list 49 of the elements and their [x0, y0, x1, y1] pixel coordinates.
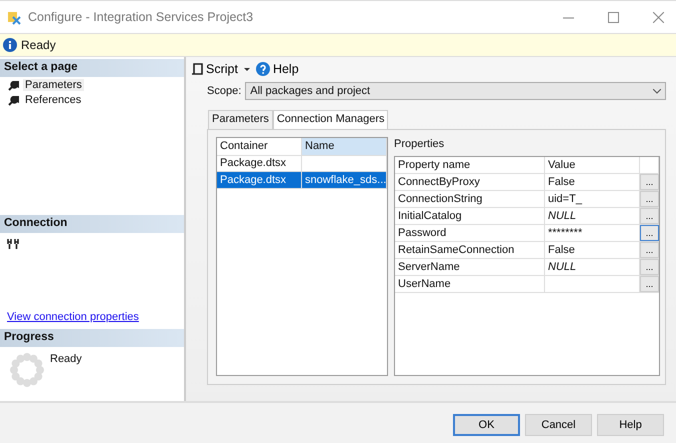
column-header: Value	[545, 157, 640, 174]
property-name: RetainSameConnection	[395, 242, 545, 259]
script-button[interactable]: Script	[189, 62, 240, 76]
property-name: ServerName	[395, 259, 545, 276]
window-title: Configure - Integration Services Project3	[28, 10, 254, 24]
section-header: Select a page	[0, 59, 184, 77]
maximize-icon	[608, 12, 619, 22]
chevron-icon	[653, 88, 661, 94]
dialog-button[interactable]: OK	[453, 414, 520, 436]
status-text: Ready	[21, 38, 56, 52]
tab[interactable]: Connection Managers	[272, 110, 388, 129]
ellipsis-button[interactable]: ...	[640, 259, 659, 275]
tab[interactable]: Parameters	[208, 110, 273, 129]
property-name: UserName	[395, 276, 545, 293]
section-header: Progress	[0, 329, 184, 347]
app-icon	[6, 9, 22, 25]
table-row[interactable]: Package.dtsx snowflake_sds...	[217, 172, 387, 189]
column-header: Property name	[395, 157, 545, 174]
ellipsis-button[interactable]: ...	[640, 242, 659, 258]
view-connection-link[interactable]: View connection properties	[7, 311, 139, 323]
dialog-button[interactable]: Help	[597, 414, 664, 436]
ellipsis-button[interactable]: ...	[640, 276, 659, 292]
ellipsis-button[interactable]: ...	[640, 191, 659, 207]
property-name: ConnectionString	[395, 191, 545, 208]
sidebar-item[interactable]: Parameters	[23, 78, 84, 90]
script-icon	[191, 62, 203, 76]
ellipsis-button[interactable]: ...	[640, 208, 659, 224]
table-cell: snowflake_sds...	[302, 172, 387, 189]
plug-icon	[6, 237, 20, 250]
dialog-button[interactable]: Cancel	[525, 414, 592, 436]
sidebar-item[interactable]: References	[23, 94, 84, 106]
property-name: Password	[395, 225, 545, 242]
column-header: Name	[302, 138, 387, 156]
property-name: InitialCatalog	[395, 208, 545, 225]
dropdown-caret-icon	[244, 68, 250, 70]
help-button[interactable]: Help	[254, 62, 301, 76]
close-icon	[653, 12, 664, 22]
progress-status: Ready	[50, 353, 82, 365]
properties-title: Properties	[394, 137, 446, 152]
help-icon	[256, 62, 270, 76]
ellipsis-button[interactable]: ...	[640, 225, 659, 241]
scope-dropdown[interactable]: All packages and project	[245, 82, 666, 100]
property-name: ConnectByProxy	[395, 174, 545, 191]
scope-label: Scope:	[207, 85, 242, 97]
spinner-icon	[10, 353, 44, 387]
info-icon	[3, 38, 17, 52]
section-header: Connection	[0, 215, 184, 233]
ellipsis-button[interactable]: ...	[640, 174, 659, 190]
table-cell: Package.dtsx	[217, 172, 302, 189]
